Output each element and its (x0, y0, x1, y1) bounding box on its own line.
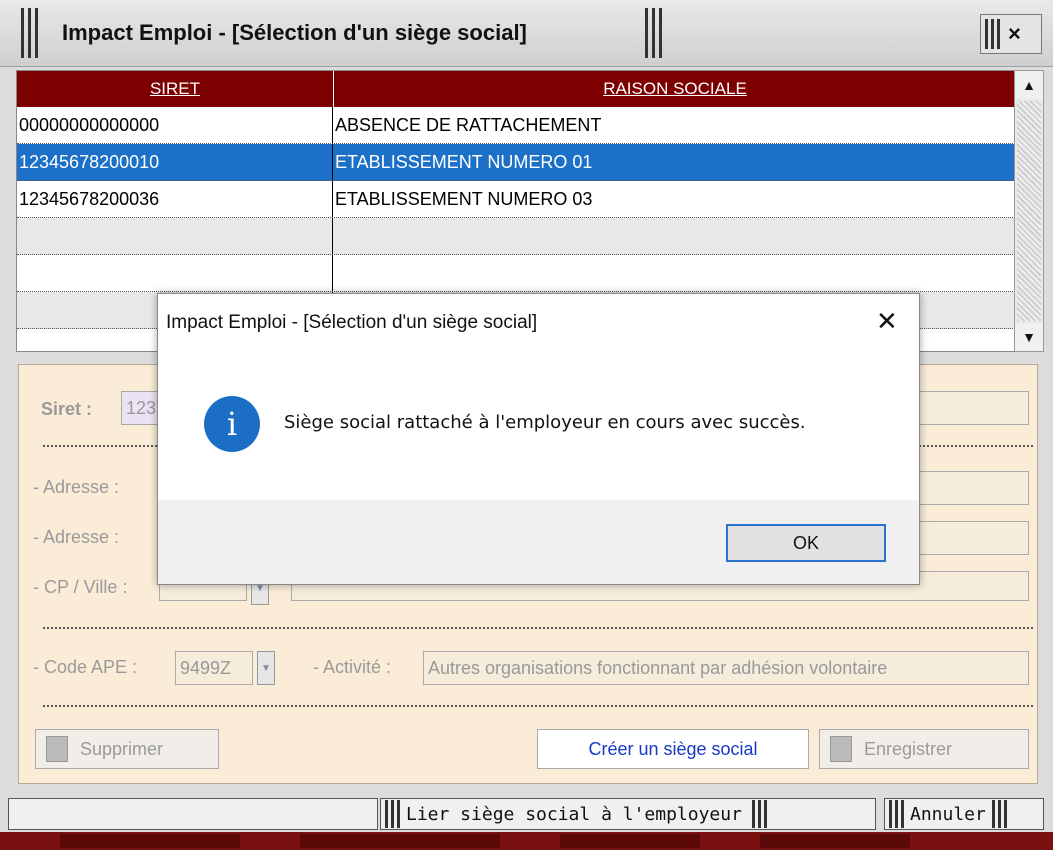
cell-raison-sociale: ETABLISSEMENT NUMERO 01 (333, 144, 1015, 180)
save-button-label: Enregistrer (864, 738, 953, 759)
cpville-label: - CP / Ville : (33, 577, 128, 597)
grip-icon (985, 19, 1000, 49)
cancel-button-label: Annuler (910, 803, 986, 825)
background-tab (760, 834, 910, 848)
cell-raison-sociale (333, 218, 1015, 254)
message-dialog: Impact Emploi - [Sélection d'un siège so… (157, 293, 920, 585)
close-icon: × (1008, 21, 1021, 46)
adresse1-label: - Adresse : (33, 477, 120, 497)
trash-icon (46, 736, 68, 762)
save-button[interactable]: Enregistrer (819, 729, 1029, 769)
status-area (8, 798, 378, 830)
grip-icon (18, 8, 40, 58)
background-tab (560, 834, 700, 848)
adresse2-field[interactable] (919, 521, 1029, 555)
create-siege-button-label: Créer un siège social (588, 738, 758, 759)
separator (43, 705, 1033, 707)
link-siege-button[interactable]: Lier siège social à l'employeur (380, 798, 876, 830)
dialog-message: Siège social rattaché à l'employeur en c… (284, 412, 806, 433)
column-header-raison-sociale[interactable]: RAISON SOCIALE (334, 71, 1015, 107)
cell-siret (17, 255, 333, 291)
title-bar[interactable]: Impact Emploi - [Sélection d'un siège so… (0, 0, 1053, 67)
background-taskbar (0, 832, 1053, 850)
cell-raison-sociale: ETABLISSEMENT NUMERO 03 (333, 181, 1015, 217)
table-row[interactable] (17, 218, 1015, 255)
window-close-button[interactable]: × (980, 14, 1042, 54)
cell-siret: 12345678200036 (17, 181, 333, 217)
grip-icon (642, 8, 664, 58)
background-tab (300, 834, 500, 848)
delete-button-label: Supprimer (80, 738, 164, 759)
cell-siret: 00000000000000 (17, 107, 333, 143)
separator (43, 627, 1033, 629)
cell-raison-sociale (333, 255, 1015, 291)
column-header-siret[interactable]: SIRET (17, 71, 334, 107)
grip-icon (385, 800, 400, 828)
table-scrollbar[interactable]: ▲ ▼ (1014, 70, 1044, 352)
grip-icon (751, 800, 767, 828)
cell-siret: 12345678200010 (17, 144, 333, 180)
link-siege-button-label: Lier siège social à l'employeur (406, 803, 742, 825)
create-siege-button[interactable]: Créer un siège social (537, 729, 809, 769)
code-ape-label: - Code APE : (33, 657, 138, 677)
activite-field[interactable]: Autres organisations fonctionnant par ad… (423, 651, 1029, 685)
siret-label: Siret : (41, 399, 93, 419)
cell-siret (17, 218, 333, 254)
table-row-selected[interactable]: 12345678200010 ETABLISSEMENT NUMERO 01 (17, 144, 1015, 181)
activite-label: - Activité : (313, 657, 392, 677)
info-icon: i (204, 396, 260, 452)
ok-button[interactable]: OK (726, 524, 886, 562)
grip-icon (991, 800, 1007, 828)
grip-icon (889, 800, 904, 828)
table-row[interactable]: 00000000000000 ABSENCE DE RATTACHEMENT (17, 107, 1015, 144)
code-ape-dropdown-icon[interactable]: ▼ (257, 651, 275, 685)
siret-extra-field[interactable] (919, 391, 1029, 425)
dialog-close-icon[interactable]: ✕ (876, 306, 898, 337)
cancel-button[interactable]: Annuler (884, 798, 1044, 830)
table-row[interactable]: 12345678200036 ETABLISSEMENT NUMERO 03 (17, 181, 1015, 218)
dialog-title: Impact Emploi - [Sélection d'un siège so… (166, 312, 538, 333)
printer-icon (830, 736, 852, 762)
scroll-down-icon[interactable]: ▼ (1015, 323, 1043, 351)
code-ape-field[interactable]: 9499Z (175, 651, 253, 685)
scrollbar-track[interactable] (1017, 101, 1041, 321)
adresse2-label: - Adresse : (33, 527, 120, 547)
scroll-up-icon[interactable]: ▲ (1015, 71, 1043, 99)
table-header: SIRET RAISON SOCIALE (17, 71, 1015, 107)
window-title: Impact Emploi - [Sélection d'un siège so… (62, 20, 527, 45)
dialog-footer: OK (158, 500, 919, 584)
bottom-toolbar: Lier siège social à l'employeur Annuler (0, 796, 1053, 832)
background-tab (60, 834, 240, 848)
delete-button[interactable]: Supprimer (35, 729, 219, 769)
cell-raison-sociale: ABSENCE DE RATTACHEMENT (333, 107, 1015, 143)
adresse1-field[interactable] (919, 471, 1029, 505)
table-row[interactable] (17, 255, 1015, 292)
